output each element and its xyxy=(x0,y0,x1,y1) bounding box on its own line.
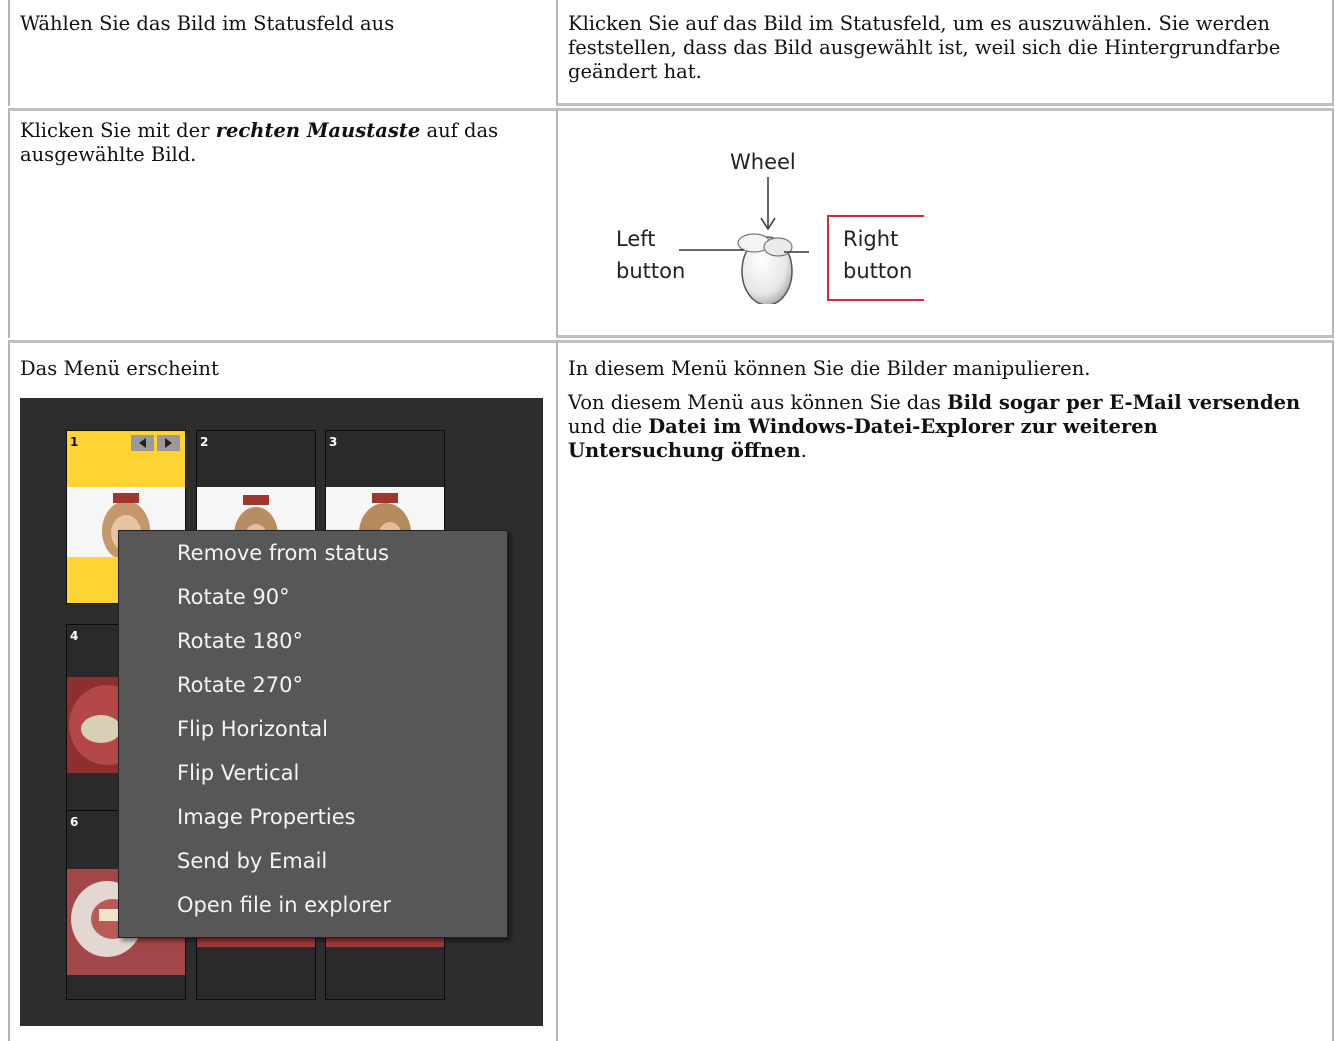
menu-item-rotate-90[interactable]: Rotate 90° xyxy=(177,585,290,609)
left-label-line1: Left xyxy=(616,227,656,251)
instruction-text: Das Menü erscheint xyxy=(20,357,219,380)
paragraph-text: und die xyxy=(568,415,649,438)
right-label-line1: Right xyxy=(843,227,898,251)
description-cell: In diesem Menü können Sie die Bilder man… xyxy=(556,340,1334,1041)
menu-item-rotate-270[interactable]: Rotate 270° xyxy=(177,673,303,697)
thumbnail-number: 4 xyxy=(70,629,79,643)
description-paragraph-1: In diesem Menü können Sie die Bilder man… xyxy=(568,357,1091,380)
menu-item-remove-from-status[interactable]: Remove from status xyxy=(177,541,389,565)
instruction-text-part: Klicken Sie mit der xyxy=(20,119,216,142)
description-paragraph-2: Von diesem Menü aus können Sie das Bild … xyxy=(568,391,1320,463)
thumbnail-number: 1 xyxy=(70,435,79,449)
left-label-line2: button xyxy=(616,259,685,283)
mouse-right-button xyxy=(763,237,793,257)
thumbnail-number: 2 xyxy=(200,435,209,449)
instruction-cell: Klicken Sie mit der rechten Maustaste au… xyxy=(8,108,556,338)
description-cell: Klicken Sie auf das Bild im Statusfeld, … xyxy=(556,0,1334,106)
status-panel-screenshot: 1 2 3 4 6 Remove from status Rotate 90° … xyxy=(20,398,543,1026)
menu-item-flip-horizontal[interactable]: Flip Horizontal xyxy=(177,717,328,741)
instruction-cell: Wählen Sie das Bild im Statusfeld aus xyxy=(8,0,556,106)
table-row-3: Das Menü erscheint 1 2 3 4 6 Remove from… xyxy=(8,340,1334,1041)
menu-item-send-by-email[interactable]: Send by Email xyxy=(177,849,327,873)
description-text: Klicken Sie auf das Bild im Statusfeld, … xyxy=(568,12,1281,83)
menu-item-image-properties[interactable]: Image Properties xyxy=(177,805,356,829)
table-row-1: Wählen Sie das Bild im Statusfeld aus Kl… xyxy=(8,0,1334,106)
context-menu: Remove from status Rotate 90° Rotate 180… xyxy=(118,530,508,938)
menu-item-flip-vertical[interactable]: Flip Vertical xyxy=(177,761,299,785)
paragraph-text: Von diesem Menü aus können Sie das xyxy=(568,391,948,414)
description-text: In diesem Menü können Sie die Bilder man… xyxy=(568,357,1320,473)
emphasis-text: rechten Maustaste xyxy=(215,119,421,142)
menu-item-rotate-180[interactable]: Rotate 180° xyxy=(177,629,303,653)
thumbnail-number: 6 xyxy=(70,815,79,829)
wheel-label: Wheel xyxy=(730,150,796,174)
bold-text: Bild sogar per E-Mail versenden xyxy=(947,391,1301,414)
reorder-arrows-icon[interactable] xyxy=(131,435,181,451)
bold-text: Datei im Windows-Datei-Explorer zur weit… xyxy=(568,415,1158,462)
instruction-cell: Das Menü erscheint 1 2 3 4 6 Remove from… xyxy=(8,340,556,1041)
thumbnail-number: 3 xyxy=(329,435,338,449)
right-label-line2: button xyxy=(843,259,912,283)
table-row-2: Klicken Sie mit der rechten Maustaste au… xyxy=(8,108,1334,338)
diagram-cell: Wheel Left button Right button xyxy=(556,108,1334,338)
menu-item-open-file-in-explorer[interactable]: Open file in explorer xyxy=(177,893,391,917)
mouse-diagram: Wheel Left button Right button xyxy=(616,150,924,304)
instruction-text: Wählen Sie das Bild im Statusfeld aus xyxy=(20,12,395,35)
paragraph-text: . xyxy=(800,439,807,462)
instruction-text: Klicken Sie mit der rechten Maustaste au… xyxy=(20,119,544,167)
